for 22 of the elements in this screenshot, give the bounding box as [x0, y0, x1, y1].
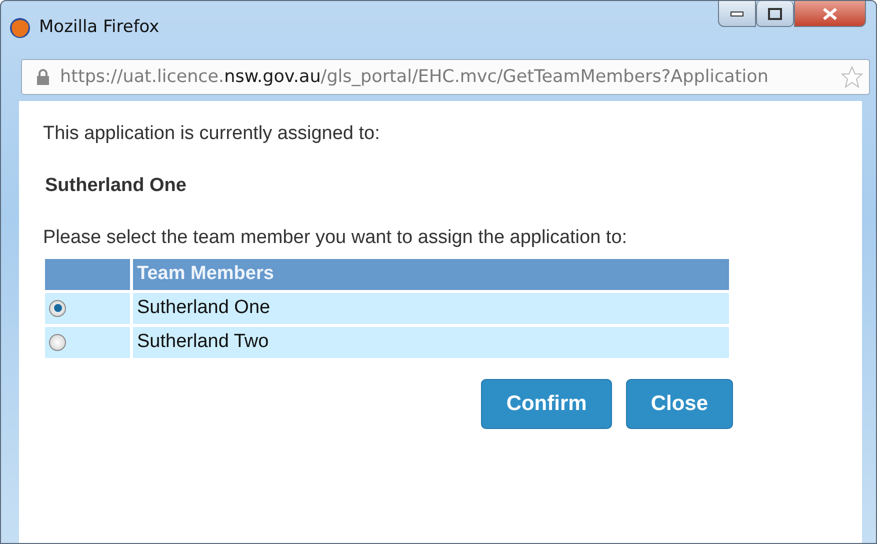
action-button[interactable]: Close: [626, 378, 733, 429]
maximize-button[interactable]: [756, 1, 794, 27]
radio-button[interactable]: [49, 300, 66, 317]
star-icon[interactable]: [841, 66, 863, 88]
table-cell: Sutherland Two: [133, 326, 729, 358]
current-assignee: Sutherland One: [45, 175, 188, 197]
window-title: Mozilla Firefox: [39, 17, 160, 37]
browser-logo-icon: [9, 17, 31, 39]
action-button[interactable]: Confirm: [481, 378, 612, 429]
address-bar[interactable]: https://uat.licence.nsw.gov.au/gls_portal/EHC.mvc/GetTeamMembers?Application: [21, 59, 870, 95]
radio-button[interactable]: [49, 334, 66, 351]
close-icon: [822, 6, 838, 20]
prompt-text: Please select the team member you want to assign the application to:: [43, 227, 628, 250]
table-cell: Sutherland One: [133, 292, 729, 324]
intro-text: This application is currently assigned to:: [43, 123, 381, 145]
minimize-icon: [730, 10, 744, 16]
close-button[interactable]: [794, 1, 866, 27]
lock-icon: [36, 69, 50, 85]
minimize-button[interactable]: [718, 1, 756, 27]
url-text: https://uat.licence.nsw.gov.au/gls_portal/EHC.mvc/GetTeamMembers?Application: [60, 67, 770, 87]
column-header: Team Members: [133, 258, 729, 290]
maximize-icon: [768, 8, 782, 20]
